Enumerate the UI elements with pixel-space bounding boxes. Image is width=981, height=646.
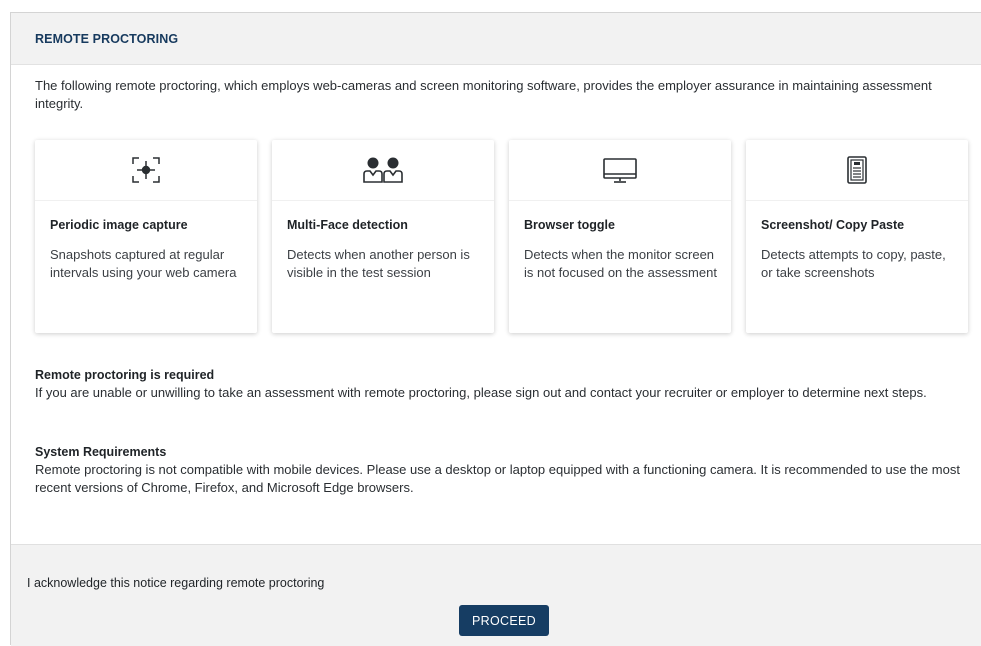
card-image-capture: Periodic image capture Snapshots capture…: [35, 140, 257, 333]
card-title: Multi-Face detection: [287, 218, 408, 232]
document-icon: [844, 155, 870, 185]
card-title: Screenshot/ Copy Paste: [761, 218, 905, 232]
card-description: Detects attempts to copy, paste, or take…: [761, 247, 946, 280]
acknowledge-text: I acknowledge this notice regarding remo…: [27, 576, 325, 590]
feature-cards: Periodic image capture Snapshots capture…: [35, 140, 975, 346]
card-description: Detects when another person is visible i…: [287, 247, 470, 280]
card-description: Detects when the monitor screen is not f…: [524, 247, 717, 280]
intro-text: The following remote proctoring, which e…: [35, 78, 932, 111]
card-screenshot: Screenshot/ Copy Paste Detects attempts …: [746, 140, 968, 333]
modal-header: REMOTE PROCTORING: [11, 13, 981, 65]
required-title: Remote proctoring is required: [35, 368, 215, 382]
people-icon: [361, 156, 405, 184]
required-text: If you are unable or unwilling to take a…: [35, 385, 927, 400]
card-browser-toggle: Browser toggle Detects when the monitor …: [509, 140, 731, 333]
card-title: Browser toggle: [524, 218, 615, 232]
modal-title: REMOTE PROCTORING: [35, 31, 179, 46]
system-title: System Requirements: [35, 445, 167, 459]
card-description: Snapshots captured at regular intervals …: [50, 247, 237, 280]
system-requirements-section: System Requirements Remote proctoring is…: [35, 444, 981, 497]
monitor-icon: [602, 156, 638, 184]
card-multi-face: Multi-Face detection Detects when anothe…: [272, 140, 494, 333]
required-section: Remote proctoring is required If you are…: [35, 367, 981, 402]
proctoring-modal: REMOTE PROCTORING The following remote p…: [10, 12, 981, 646]
card-title: Periodic image capture: [50, 218, 188, 232]
modal-footer: I acknowledge this notice regarding remo…: [11, 544, 981, 646]
focus-capture-icon: [131, 156, 161, 184]
proceed-button[interactable]: PROCEED: [459, 605, 549, 636]
system-text: Remote proctoring is not compatible with…: [35, 462, 960, 495]
